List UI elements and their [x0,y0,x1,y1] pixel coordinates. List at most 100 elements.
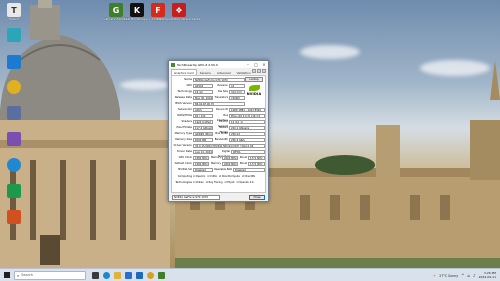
desktop-icon-chrome[interactable] [1,80,27,94]
checkbox-vulkan[interactable]: Vulkan [193,181,204,185]
checkbox-cuda[interactable]: CUDA [207,175,217,179]
window-titlebar[interactable]: TechPowerUp GPU-Z 2.50.0 – □ × [169,61,268,68]
desktop-icon-edge[interactable] [1,55,27,69]
network-icon[interactable]: ⌂ [467,273,470,278]
field-value[interactable]: A1 [229,83,245,88]
row-release-date: Release Date May 30, 2016 Transistors 72… [172,95,267,100]
menu-icon[interactable] [262,69,266,73]
field-value[interactable]: GDDR5 (Micron) [193,131,213,136]
close-button[interactable]: Close [249,195,265,200]
row-rops-tmus: ROPs/TMUs 64 / 120 Bus Interface PCIe x1… [172,113,267,122]
volume-icon[interactable]: ♪ [473,273,476,278]
refresh-icon[interactable] [257,69,261,73]
field-value[interactable]: 1582 MHz [193,155,209,160]
field-value[interactable]: 1771 MHz [248,161,265,166]
field-value[interactable]: 16 nm [193,89,213,94]
store-icon[interactable] [125,271,132,279]
field-value[interactable]: 220.1 GTexel/s [229,125,265,130]
gpu-select-dropdown[interactable]: NVIDIA GeForce GTX 1070 [172,195,220,200]
desktop-icon-firepro[interactable]: ❖ Eigentipptrafen Versteckentin [157,3,201,22]
field-value[interactable]: GP104 [193,83,213,88]
app-icon: ❖ [172,3,186,17]
close-icon[interactable]: × [260,61,268,68]
checkbox-directcompute[interactable]: DirectCompute [219,175,240,179]
field-label: Subvendor [177,108,192,111]
row-driver-date: Driver Date Aug 14, 2024 Digital Signatu… [172,149,267,158]
field-value[interactable]: 256.3 GB/s [229,137,265,142]
field-label: Shaders [181,120,192,123]
gpu-z-taskbar-icon[interactable] [158,271,165,279]
field-label: Technology [177,90,192,93]
field-label: Pixel Fillrate [176,126,192,129]
clock[interactable]: 3:26 PM 2024-09-11 [479,271,496,279]
checkbox-physx[interactable]: PhysX [224,181,234,185]
desktop-icon-app6[interactable] [1,158,27,172]
maximize-icon[interactable]: □ [252,61,260,68]
technologies-checkboxes: Vulkan Ray Tracing PhysX OpenGL 4.6 [193,181,254,185]
app-icon [7,210,21,224]
checkbox-opencl[interactable]: OpenCL [193,175,205,179]
field-value[interactable]: PCIe x16 3.0 @ x16 3.0 [229,113,265,118]
checkbox-opengl[interactable]: OpenGL 4.6 [237,181,253,185]
field-value[interactable]: 7200M [229,95,245,100]
field-label: Technologies [175,181,192,184]
field-value[interactable]: NVIDIA GeForce GTX 1070 [193,77,245,82]
field-value[interactable]: 1582 MHz [193,161,209,166]
desktop-icon-app7[interactable] [1,184,27,198]
field-value[interactable]: Disabled [233,167,265,172]
sun-icon: ☀ [432,273,437,278]
field-value[interactable]: 314 mm² [229,89,245,94]
field-value[interactable]: ASUS [193,107,213,112]
field-value[interactable]: 256 bit [229,131,265,136]
field-value[interactable]: 1771 MHz [248,155,265,160]
field-value[interactable]: 117.4 GPixel/s [193,125,213,130]
desktop-icon-label: Tresorit [8,17,20,21]
field-value[interactable]: Aug 14, 2024 [193,149,213,154]
desktop-icon-tresorit[interactable]: T Tresorit [1,3,27,22]
desktop-icon-recycle[interactable] [1,28,27,42]
taskbar-pinned-apps [92,271,165,279]
field-label: Memory [210,156,221,159]
field-value[interactable]: 8192 MB [193,137,213,142]
chrome-icon[interactable] [147,271,154,279]
task-view-icon[interactable] [92,271,99,279]
field-value[interactable]: WHQL [231,149,265,154]
checkbox-ray-tracing[interactable]: Ray Tracing [206,181,223,185]
field-value[interactable]: 2002 MHz [222,161,238,166]
field-label: GPU [186,84,192,87]
row-gpu: GPU GP104 Revision A1 [172,83,267,88]
edge-icon[interactable] [103,271,110,279]
desktop-icon-app8[interactable] [1,210,27,224]
field-value[interactable]: 64 / 120 [193,113,213,118]
field-label: Memory Type [174,132,192,135]
row-technologies: Technologies Vulkan Ray Tracing PhysX Op… [172,180,267,185]
row-name: Name NVIDIA GeForce GTX 1070 [172,77,267,82]
field-value[interactable]: 2002 MHz [222,155,238,160]
field-value[interactable]: 12 (12_1) [229,119,265,124]
field-value[interactable]: 10DE 1B81 - 1043 8599 [229,107,265,112]
start-button[interactable] [0,269,14,281]
taskbar-search[interactable]: ⌕ Search [14,270,86,280]
field-value[interactable]: May 30, 2016 [193,95,213,100]
field-value[interactable]: 32.0.15.6094 (NVIDIA 560.94) DCH / Win11… [193,143,265,148]
graphics-card-panel: Lookup NVIDIA Name NVIDIA GeForce GTX 10… [171,75,266,193]
gpu-z-window: TechPowerUp GPU-Z 2.50.0 – □ × Graphics … [168,60,269,202]
field-value[interactable]: 86.04.1E.00.70 [193,101,245,106]
row-memory-type: Memory Type GDDR5 (Micron) Bus Width 256… [172,131,267,136]
weather-text[interactable]: 27°C Sunny [439,274,458,278]
edge-icon [7,55,21,69]
field-label: Resizable BAR [214,168,232,171]
checkbox-directml[interactable]: DirectML [242,175,256,179]
screenshot-icon[interactable] [252,69,256,73]
mail-icon[interactable] [136,271,143,279]
chevron-up-icon[interactable]: ^ [461,273,464,278]
field-value[interactable]: Disabled [193,167,213,172]
minimize-icon[interactable]: – [244,61,252,68]
desktop-icon-steam[interactable] [1,106,27,120]
recycle-bin-icon [7,28,21,42]
computing-checkboxes: OpenCL CUDA DirectCompute DirectML [193,175,255,179]
desktop-icon-app5[interactable] [1,132,27,146]
field-value[interactable]: 1920 Unified [193,119,213,124]
field-label: Memory [210,162,221,165]
file-explorer-icon[interactable] [114,271,121,279]
